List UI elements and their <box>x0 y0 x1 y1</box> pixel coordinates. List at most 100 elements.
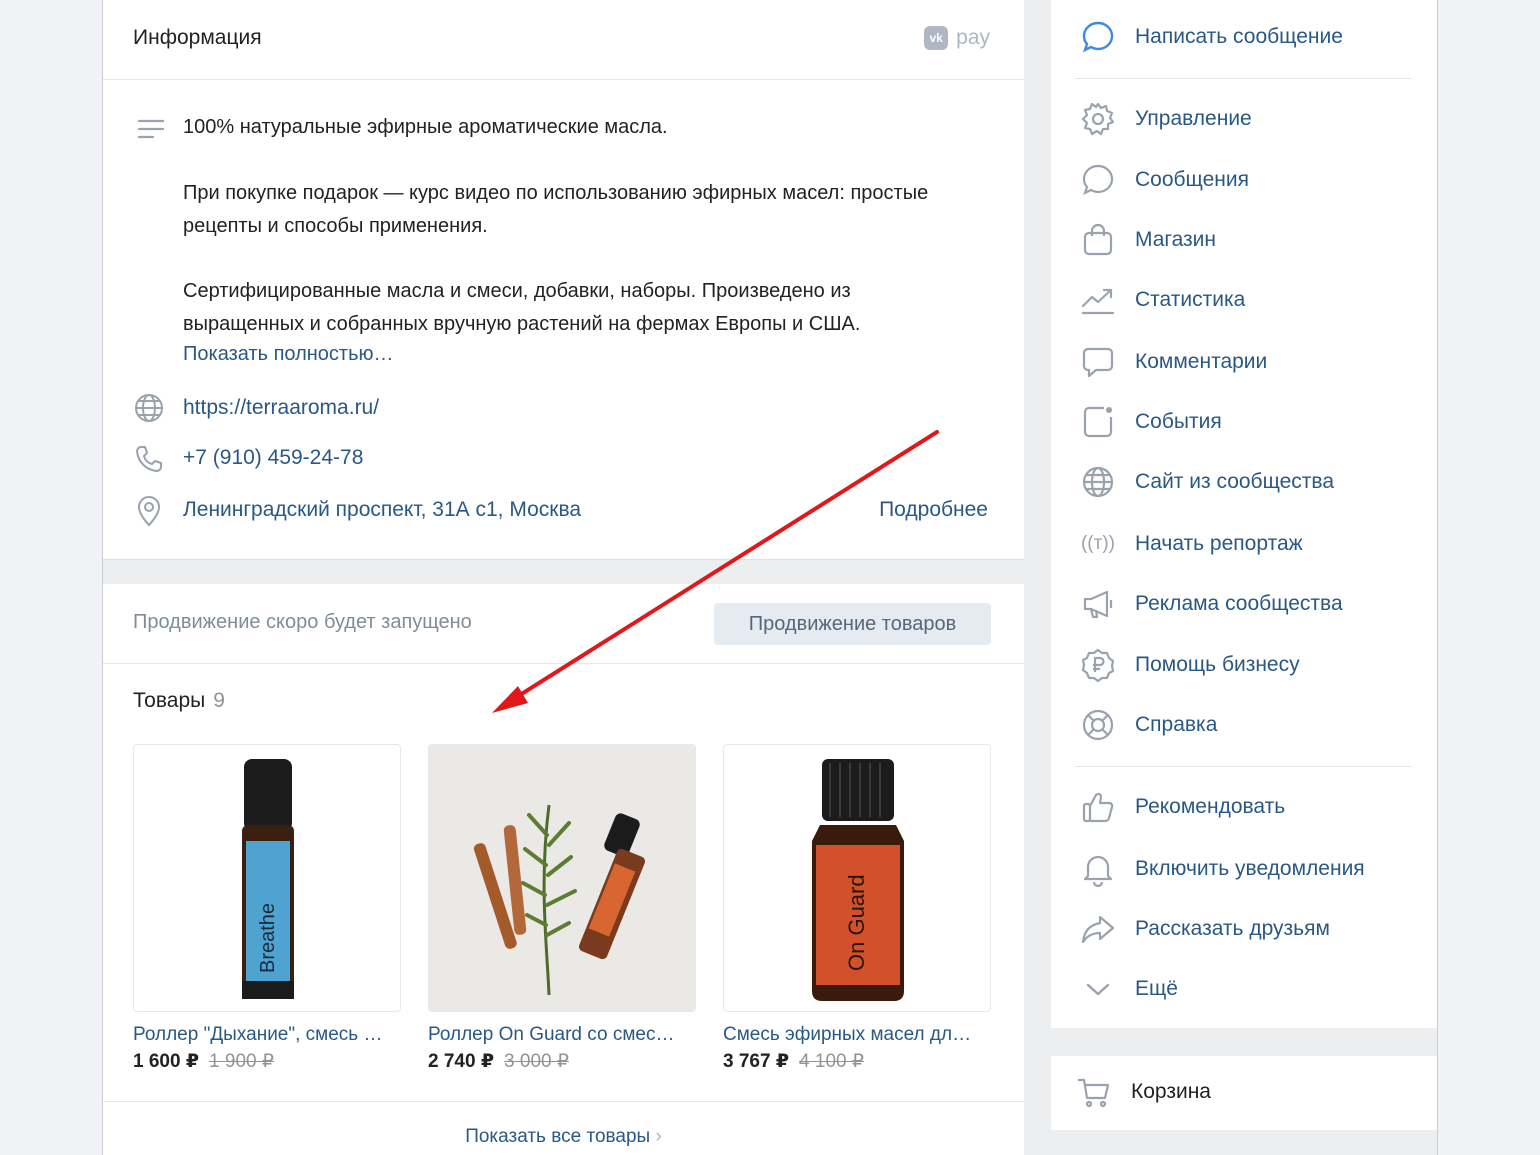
oil-bottle-image: On Guard <box>812 759 904 1001</box>
sidebar-item-comments[interactable]: Комментарии <box>1079 342 1419 382</box>
sidebar-write-message[interactable]: Написать сообщение <box>1079 17 1419 57</box>
product-current-price-3: 3 767 ₽ <box>723 1051 790 1072</box>
description-line-3: Сертифицированные масла и смеси, добавки… <box>183 280 861 335</box>
product-card-2[interactable]: Роллер On Guard со смес… 2 740 ₽ 3 000 ₽ <box>428 744 696 1073</box>
sidebar-item-start-broadcast[interactable]: ((т)) Начать репортаж <box>1079 524 1419 564</box>
goods-count: 9 <box>213 689 225 712</box>
promotion-bar: Продвижение скоро будет запущено Продвиж… <box>103 584 1024 664</box>
page-gutter-right <box>1438 0 1540 1155</box>
product-old-price-3: 4 100 ₽ <box>799 1051 864 1072</box>
lifebuoy-icon <box>1082 709 1114 741</box>
phone-link[interactable]: +7 (910) 459-24-78 <box>183 446 363 470</box>
sidebar-item-statistics[interactable]: Статистика <box>1079 280 1419 320</box>
vk-pay-label: pay <box>956 26 990 49</box>
sidebar-actions: Написать сообщение Управление Сообщения … <box>1051 0 1437 1028</box>
goods-title[interactable]: Товары 9 <box>133 689 225 713</box>
product-label-1: Breathe <box>257 903 279 973</box>
sidebar-item-label: Рассказать друзьям <box>1135 917 1330 940</box>
sidebar-item-more[interactable]: Ещё <box>1079 969 1419 1009</box>
bell-icon <box>1083 855 1113 887</box>
description-line-2: При покупке подарок — курс видео по испо… <box>183 182 929 237</box>
location-pin-icon <box>137 496 161 527</box>
description-icon <box>137 119 165 139</box>
sidebar-item-label: Сообщения <box>1135 168 1249 191</box>
product-current-price-1: 1 600 ₽ <box>133 1051 200 1072</box>
ruble-icon <box>1081 648 1115 683</box>
sidebar-item-help[interactable]: Справка <box>1079 705 1419 745</box>
cart-card: Корзина <box>1051 1056 1437 1130</box>
sidebar-item-label: Справка <box>1135 713 1218 736</box>
product-name-2[interactable]: Роллер On Guard со смес… <box>428 1024 696 1046</box>
show-more-link[interactable]: Показать полностью… <box>183 343 394 366</box>
sidebar-item-shop[interactable]: Магазин <box>1079 220 1419 260</box>
sidebar-separator <box>1075 766 1412 767</box>
product-name-1[interactable]: Роллер "Дыхание", смесь … <box>133 1024 401 1046</box>
product-name-3[interactable]: Смесь эфирных масел дл… <box>723 1024 991 1046</box>
sidebar-item-label: Реклама сообщества <box>1135 592 1343 615</box>
product-image-1[interactable]: Breathe <box>133 744 401 1012</box>
globe-icon <box>1082 466 1114 498</box>
info-title: Информация <box>133 26 262 49</box>
product-current-price-2: 2 740 ₽ <box>428 1051 495 1072</box>
vk-pay-link[interactable]: vk pay <box>924 26 990 50</box>
chevron-down-icon <box>1086 983 1110 996</box>
cart-button[interactable]: Корзина <box>1075 1072 1415 1112</box>
sidebar-item-manage[interactable]: Управление <box>1079 99 1419 139</box>
comment-icon <box>1082 347 1114 378</box>
sidebar-separator <box>1075 78 1412 79</box>
event-icon <box>1083 406 1113 438</box>
broadcast-icon: ((т)) <box>1080 533 1115 554</box>
goods-footer: Показать все товары › <box>103 1101 1024 1155</box>
product-label-3: On Guard <box>844 874 869 971</box>
sidebar-item-community-ads[interactable]: Реклама сообщества <box>1079 584 1419 624</box>
sidebar-item-label: Магазин <box>1135 228 1217 251</box>
sidebar-item-label: Помощь бизнесу <box>1135 653 1300 676</box>
sidebar-item-label: Начать репортаж <box>1135 532 1303 555</box>
product-card-3[interactable]: On Guard Смесь эфирных масел дл… 3 767 ₽… <box>723 744 991 1073</box>
cart-label: Корзина <box>1131 1080 1211 1103</box>
message-bubble-icon <box>1082 21 1114 53</box>
globe-icon <box>135 394 163 422</box>
chat-bubble-icon <box>1082 164 1114 196</box>
description-line-1: 100% натуральные эфирные ароматические м… <box>183 116 668 138</box>
sidebar-item-share[interactable]: Рассказать друзьям <box>1079 909 1419 949</box>
website-link[interactable]: https://terraaroma.ru/ <box>183 396 379 420</box>
shopping-bag-icon <box>1083 223 1113 256</box>
promote-goods-button[interactable]: Продвижение товаров <box>714 603 991 645</box>
page-gutter-left <box>0 0 102 1155</box>
sidebar-item-events[interactable]: События <box>1079 402 1419 442</box>
sidebar-item-label: Комментарии <box>1135 350 1268 373</box>
product-image-2[interactable] <box>428 744 696 1012</box>
product-card-1[interactable]: Breathe Роллер "Дыхание", смесь … 1 600 … <box>133 744 401 1073</box>
sidebar-item-enable-notifications[interactable]: Включить уведомления <box>1079 849 1419 889</box>
roller-bottle-image: Breathe <box>242 759 294 999</box>
sidebar-item-messages[interactable]: Сообщения <box>1079 160 1419 200</box>
sidebar-item-community-site[interactable]: Сайт из сообщества <box>1079 462 1419 502</box>
chevron-right-icon: › <box>655 1126 662 1147</box>
thumbs-up-icon <box>1082 792 1114 823</box>
sidebar-item-label: Рекомендовать <box>1135 795 1286 818</box>
show-all-goods-link[interactable]: Показать все товары › <box>103 1126 1024 1148</box>
product-old-price-1: 1 900 ₽ <box>209 1051 274 1072</box>
sidebar-item-label: Ещё <box>1135 977 1178 1000</box>
sidebar-item-business-help[interactable]: Помощь бизнесу <box>1079 645 1419 685</box>
address-link[interactable]: Ленинградский проспект, 31А с1, Москва <box>183 498 581 522</box>
phone-icon <box>136 446 162 472</box>
cart-icon <box>1077 1078 1110 1108</box>
sidebar-item-label: Сайт из сообщества <box>1135 470 1335 493</box>
product-image-3[interactable]: On Guard <box>723 744 991 1012</box>
product-price-2: 2 740 ₽ 3 000 ₽ <box>428 1050 696 1073</box>
sidebar-item-label: События <box>1135 410 1222 433</box>
write-message-label: Написать сообщение <box>1135 25 1343 48</box>
sidebar-item-label: Статистика <box>1135 288 1246 311</box>
info-header: Информация vk pay <box>103 0 1024 80</box>
gear-icon <box>1081 102 1115 136</box>
chart-icon <box>1081 288 1115 315</box>
goods-title-label: Товары <box>133 689 206 712</box>
product-price-1: 1 600 ₽ 1 900 ₽ <box>133 1050 401 1073</box>
sidebar-item-recommend[interactable]: Рекомендовать <box>1079 787 1419 827</box>
sidebar-item-label: Управление <box>1135 107 1252 130</box>
details-link[interactable]: Подробнее <box>879 498 988 522</box>
product-old-price-2: 3 000 ₽ <box>504 1051 569 1072</box>
product-price-3: 3 767 ₽ 4 100 ₽ <box>723 1050 991 1073</box>
